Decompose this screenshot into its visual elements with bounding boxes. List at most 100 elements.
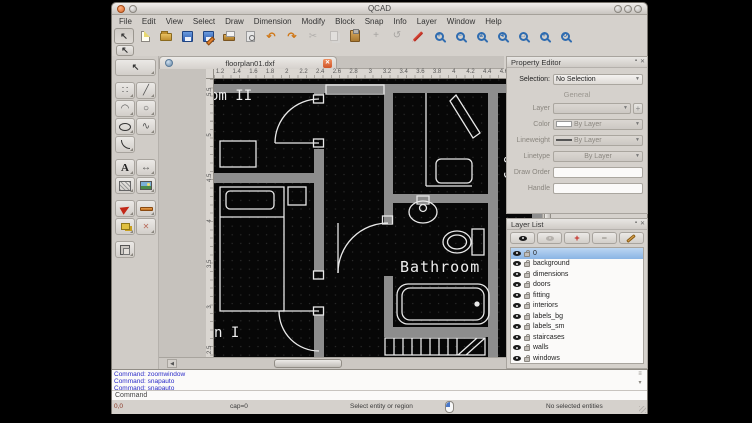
layer-row-labels_bg[interactable]: labels_bg <box>511 311 643 322</box>
handle-input[interactable] <box>553 183 643 194</box>
zoom-in-button[interactable]: + <box>429 28 449 44</box>
draworder-input[interactable] <box>553 167 643 178</box>
remove-layer-button[interactable]: − <box>592 232 617 244</box>
selection-options-button[interactable]: ↖ <box>116 45 134 56</box>
add-layer-attr-button[interactable]: + <box>633 103 643 114</box>
print-button[interactable] <box>219 28 239 44</box>
drawing-canvas[interactable]: Bathroom om II n I 6.9 <box>214 79 542 357</box>
copy-button[interactable] <box>324 28 344 44</box>
layer-visibility-icon[interactable] <box>513 303 521 308</box>
show-all-layers-button[interactable] <box>510 232 535 244</box>
spline-tool[interactable]: ∿ <box>136 118 156 135</box>
layer-visibility-icon[interactable] <box>513 324 521 329</box>
panel-float-icon[interactable]: ▪ <box>635 58 637 65</box>
arc-tool[interactable]: ◠ <box>115 100 135 117</box>
layer-visibility-icon[interactable] <box>513 282 521 287</box>
layer-visibility-icon[interactable] <box>513 272 521 277</box>
menu-view[interactable]: View <box>161 17 188 26</box>
layer-lock-icon[interactable] <box>524 357 530 362</box>
redraw-button[interactable]: ↻ <box>555 28 575 44</box>
history-scroll-icon[interactable]: ▾ <box>638 379 641 386</box>
selection-pointer-tool[interactable]: ↖ <box>115 59 156 76</box>
layer-visibility-icon[interactable] <box>513 356 521 361</box>
color-combobox[interactable]: By Layer ▼ <box>553 119 643 130</box>
redo-button[interactable]: ↷ <box>282 28 302 44</box>
layer-row-interiors[interactable]: interiors <box>511 301 643 312</box>
menu-modify[interactable]: Modify <box>297 17 331 26</box>
draw-pen-button[interactable] <box>408 28 428 44</box>
tab-close-icon[interactable]: ✕ <box>323 59 332 68</box>
hide-all-layers-button[interactable] <box>537 232 562 244</box>
linetype-combobox[interactable]: By Layer ▼ <box>553 151 643 162</box>
history-menu-icon[interactable]: ≡ <box>638 371 642 377</box>
layer-visibility-icon[interactable] <box>513 314 521 319</box>
point-tool[interactable]: ∷ <box>115 82 135 99</box>
resize-grip[interactable] <box>639 406 646 413</box>
add-layer-button[interactable]: + <box>564 232 589 244</box>
paste-button[interactable] <box>345 28 365 44</box>
open-file-button[interactable] <box>156 28 176 44</box>
menu-draw[interactable]: Draw <box>220 17 249 26</box>
property-editor-title[interactable]: Property Editor ▪ ✕ <box>507 57 647 68</box>
edit-layer-button[interactable] <box>619 232 644 244</box>
rotate-button[interactable]: ↺ <box>387 28 407 44</box>
layer-lock-icon[interactable] <box>524 273 530 278</box>
layer-row-walls[interactable]: walls <box>511 343 643 354</box>
maximize-button[interactable] <box>624 5 632 13</box>
layer-row-windows[interactable]: windows <box>511 353 643 364</box>
circle-tool[interactable]: ○ <box>136 100 156 117</box>
panel-close-icon[interactable]: ✕ <box>640 58 645 65</box>
print-preview-button[interactable] <box>240 28 260 44</box>
cut-button[interactable]: ✂ <box>303 28 323 44</box>
minimize-button[interactable] <box>614 5 622 13</box>
layer-lock-icon[interactable] <box>524 315 530 320</box>
auto-zoom-button[interactable]: a <box>471 28 491 44</box>
document-tab[interactable]: floorplan01.dxf ✕ <box>159 56 337 69</box>
layer-combobox[interactable]: ▼ <box>553 103 631 114</box>
explode-tool[interactable]: ✕ <box>136 218 156 235</box>
layer-lock-icon[interactable] <box>524 346 530 351</box>
zoom-window-button[interactable]: □ <box>513 28 533 44</box>
layer-row-staircases[interactable]: staircases <box>511 332 643 343</box>
pan-button[interactable]: + <box>534 28 554 44</box>
menu-select[interactable]: Select <box>188 17 220 26</box>
previous-view-button[interactable]: ◂ <box>492 28 512 44</box>
menu-layer[interactable]: Layer <box>412 17 442 26</box>
close-button[interactable] <box>634 5 642 13</box>
menu-file[interactable]: File <box>114 17 137 26</box>
layer-lock-icon[interactable] <box>524 283 530 288</box>
command-input[interactable]: Command <box>112 390 647 400</box>
text-tool[interactable]: A <box>115 159 135 176</box>
layer-lock-icon[interactable] <box>524 294 530 299</box>
panel-close-icon[interactable]: ✕ <box>640 220 645 227</box>
menu-dimension[interactable]: Dimension <box>249 17 297 26</box>
dimension-tool[interactable]: ↔ <box>136 159 156 176</box>
layer-lock-icon[interactable] <box>524 304 530 309</box>
layer-row-0[interactable]: 0 <box>511 248 643 259</box>
save-button[interactable] <box>177 28 197 44</box>
layer-row-labels_sm[interactable]: labels_sm <box>511 322 643 333</box>
new-file-button[interactable] <box>135 28 155 44</box>
hatch-tool[interactable] <box>115 177 135 194</box>
image-tool[interactable] <box>136 177 156 194</box>
layer-lock-icon[interactable] <box>524 336 530 341</box>
layer-row-background[interactable]: background <box>511 259 643 270</box>
layer-row-doors[interactable]: doors <box>511 280 643 291</box>
layer-lock-icon[interactable] <box>524 262 530 267</box>
panel-float-icon[interactable]: ▪ <box>635 220 637 227</box>
menu-window[interactable]: Window <box>442 17 480 26</box>
line-tool[interactable]: ╱ <box>136 82 156 99</box>
menu-edit[interactable]: Edit <box>137 17 161 26</box>
layer-visibility-icon[interactable] <box>513 293 521 298</box>
selection-pointer-button[interactable]: ↖ <box>114 28 134 44</box>
selection-combobox[interactable]: No Selection ▼ <box>553 74 643 85</box>
block-tool[interactable] <box>115 218 135 235</box>
title-bar[interactable]: QCAD <box>112 3 647 15</box>
polyline-tool[interactable] <box>115 136 135 153</box>
move-button[interactable]: + <box>366 28 386 44</box>
layer-lock-icon[interactable] <box>524 252 530 257</box>
layer-list-title[interactable]: Layer List ▪ ✕ <box>507 219 647 230</box>
measure-tool[interactable] <box>136 200 156 217</box>
solid-tool[interactable] <box>115 241 135 258</box>
menu-info[interactable]: Info <box>388 17 411 26</box>
